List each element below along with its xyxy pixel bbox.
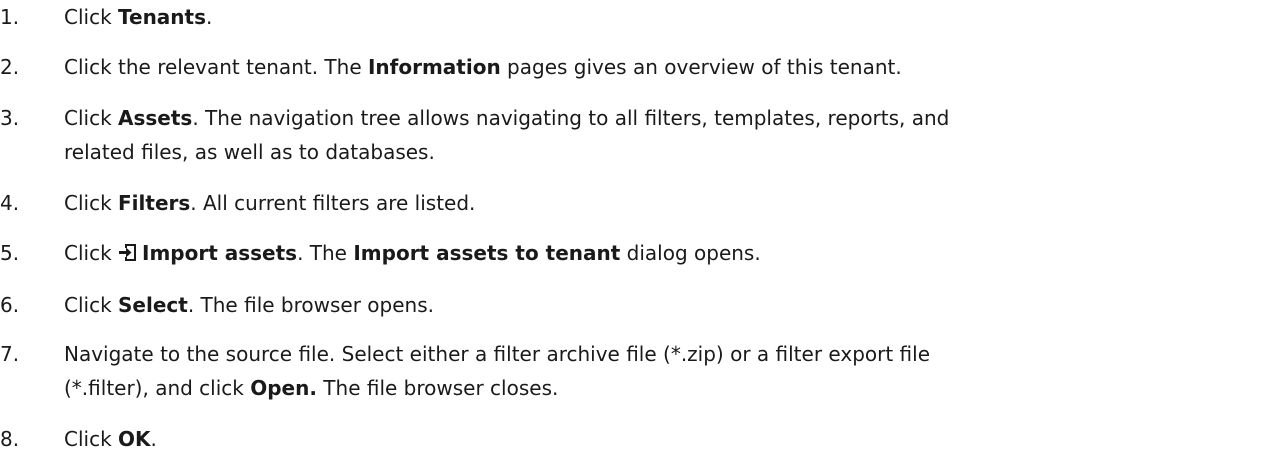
- step-number: 3.: [0, 106, 20, 130]
- ui-term: Information: [367, 55, 501, 79]
- step-text: Click the relevant tenant. The Informati…: [64, 50, 1259, 84]
- ui-term: Assets: [118, 106, 193, 130]
- step-number: 4.: [0, 191, 20, 215]
- step-text-segment: related files, as well as to databases.: [64, 140, 435, 164]
- step-text-segment: Click: [64, 106, 119, 130]
- ui-term: Import assets to tenant: [353, 241, 621, 265]
- step-text-segment: pages gives an overview of this tenant.: [500, 55, 902, 79]
- step-number: 2.: [0, 55, 20, 79]
- step-text-segment: Click: [64, 191, 119, 215]
- step-text-segment: . The file browser opens.: [187, 293, 434, 317]
- step-text-segment: The file browser closes.: [316, 376, 559, 400]
- step-text-segment: .: [206, 5, 213, 29]
- ui-term: Open.: [250, 376, 317, 400]
- ui-term: Select: [118, 293, 188, 317]
- step-text: Click Tenants.: [64, 0, 1259, 34]
- step-number: 7.: [0, 342, 20, 366]
- ui-term: Import assets: [142, 241, 298, 265]
- step-text-segment: Navigate to the source file. Select eith…: [64, 342, 931, 366]
- step-text-segment: . The: [297, 241, 354, 265]
- step-text-segment: Click: [64, 293, 119, 317]
- step-text-segment: .: [150, 427, 157, 451]
- step-number: 8.: [0, 427, 20, 451]
- step-number: 5.: [0, 241, 20, 265]
- step-text-segment: . All current filters are listed.: [190, 191, 476, 215]
- step-text: Click Filters. All current filters are l…: [64, 186, 1259, 220]
- step-text: Click Select. The file browser opens.: [64, 288, 1259, 322]
- step-text-segment: Click the relevant tenant. The: [64, 55, 368, 79]
- step-text: Click Import assets. The Import assets t…: [64, 236, 1259, 270]
- step-text: Click Assets. The navigation tree allows…: [64, 101, 1259, 169]
- step-number: 6.: [0, 293, 20, 317]
- step-number: 1.: [0, 5, 20, 29]
- step-text-segment: Click: [64, 5, 119, 29]
- ui-term: OK: [118, 427, 151, 451]
- step-text-segment: . The navigation tree allows navigating …: [192, 106, 950, 130]
- step-text-segment: Click: [64, 241, 119, 265]
- import-icon: [119, 244, 137, 261]
- step-text-segment: Click: [64, 427, 119, 451]
- ui-term: Tenants: [118, 5, 207, 29]
- step-text: Navigate to the source file. Select eith…: [64, 337, 1259, 405]
- ui-term: Filters: [118, 191, 191, 215]
- step-text: Click OK.: [64, 422, 1259, 456]
- step-text-segment: dialog opens.: [620, 241, 761, 265]
- step-text-segment: (*.filter), and click: [64, 376, 251, 400]
